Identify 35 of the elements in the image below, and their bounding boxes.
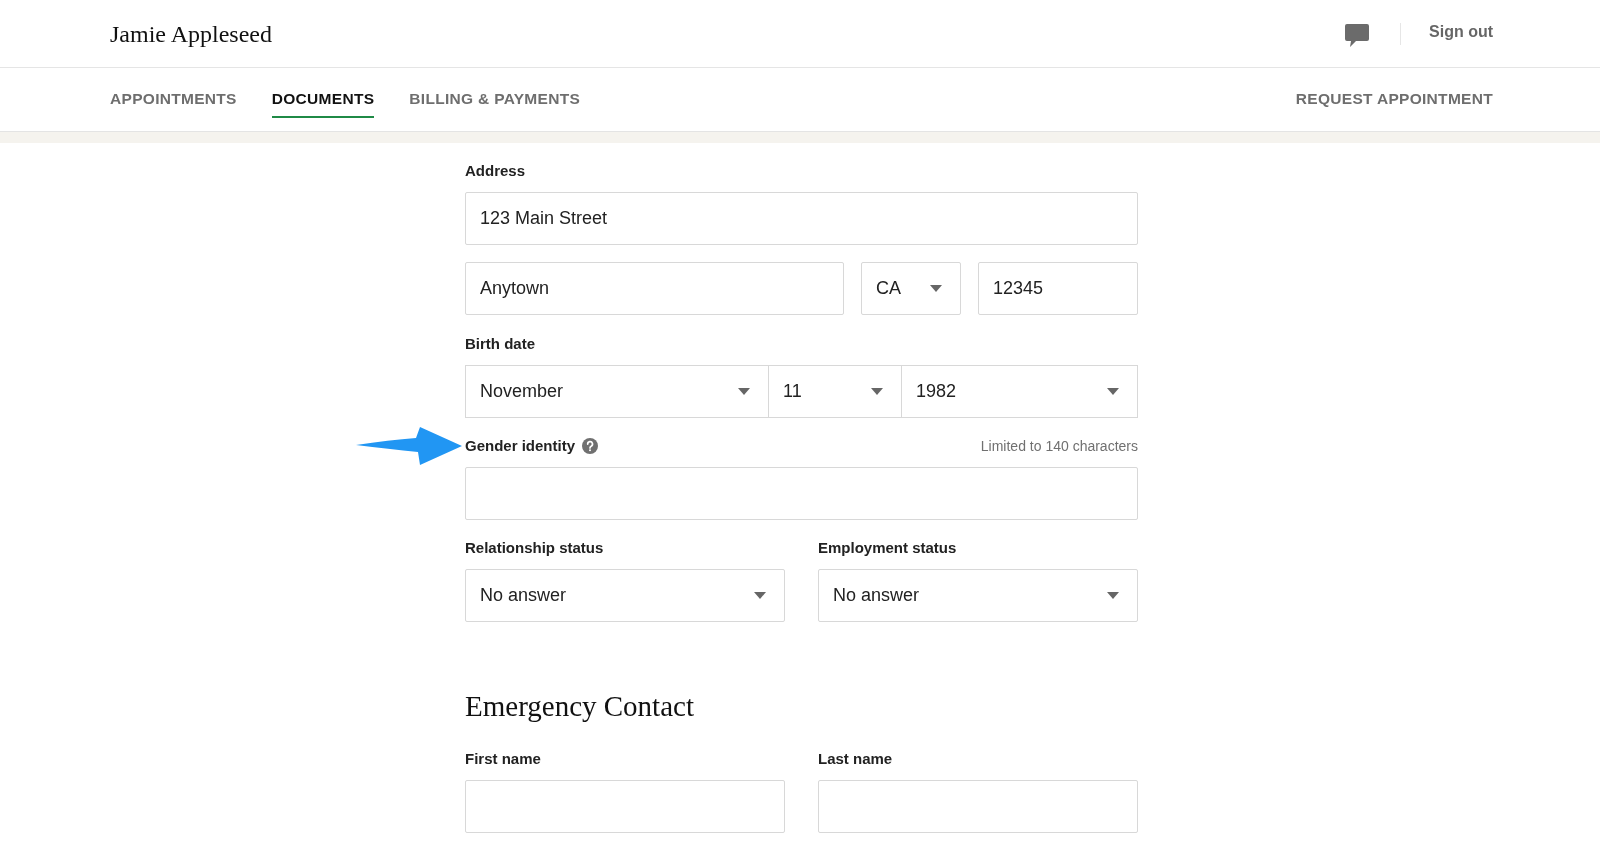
nav-tab[interactable]: BILLING & PAYMENTS xyxy=(409,81,581,118)
field-label: Birth date xyxy=(465,334,535,354)
request-appointment-link[interactable]: REQUEST APPOINTMENT xyxy=(1295,81,1493,118)
caret-icon xyxy=(1107,592,1119,599)
help-icon xyxy=(582,438,599,454)
month-dropdown[interactable]: November xyxy=(465,365,769,418)
caret-icon xyxy=(930,285,942,292)
day-dropdown[interactable]: 11 xyxy=(768,365,902,418)
caret-icon xyxy=(754,592,766,599)
caret-icon xyxy=(871,388,883,395)
name-field[interactable] xyxy=(818,780,1138,833)
field-label: Last name xyxy=(818,749,893,769)
section-heading: Emergency Contact xyxy=(465,689,694,723)
year-dropdown[interactable]: 1982 xyxy=(901,365,1138,418)
caret-icon xyxy=(1107,388,1119,395)
state-dropdown[interactable]: CA xyxy=(861,262,961,315)
speech-bubble-icon xyxy=(1345,24,1369,47)
field-label: Address xyxy=(465,161,526,181)
street-field[interactable]: 123 Main Street xyxy=(465,192,1138,245)
caret-icon xyxy=(738,388,750,395)
sign-out-link[interactable]: Sign out xyxy=(1429,21,1493,42)
character-limit-note: Limited to 140 characters xyxy=(980,437,1138,456)
name-field[interactable] xyxy=(465,780,785,833)
zip-field[interactable]: 12345 xyxy=(978,262,1138,315)
field-label: Employment status xyxy=(818,538,957,558)
status-dropdown[interactable]: No answer xyxy=(818,569,1138,622)
field-label: First name xyxy=(465,749,541,769)
nav-tab[interactable]: APPOINTMENTS xyxy=(110,81,237,118)
nav-tab[interactable]: DOCUMENTS xyxy=(271,81,375,118)
city-field[interactable]: Anytown xyxy=(465,262,844,315)
gender-identity-field[interactable] xyxy=(465,467,1138,520)
field-label: Relationship status xyxy=(465,538,604,558)
user-name: Jamie Appleseed xyxy=(110,19,272,49)
status-dropdown[interactable]: No answer xyxy=(465,569,785,622)
field-label: Gender identity xyxy=(465,436,576,456)
